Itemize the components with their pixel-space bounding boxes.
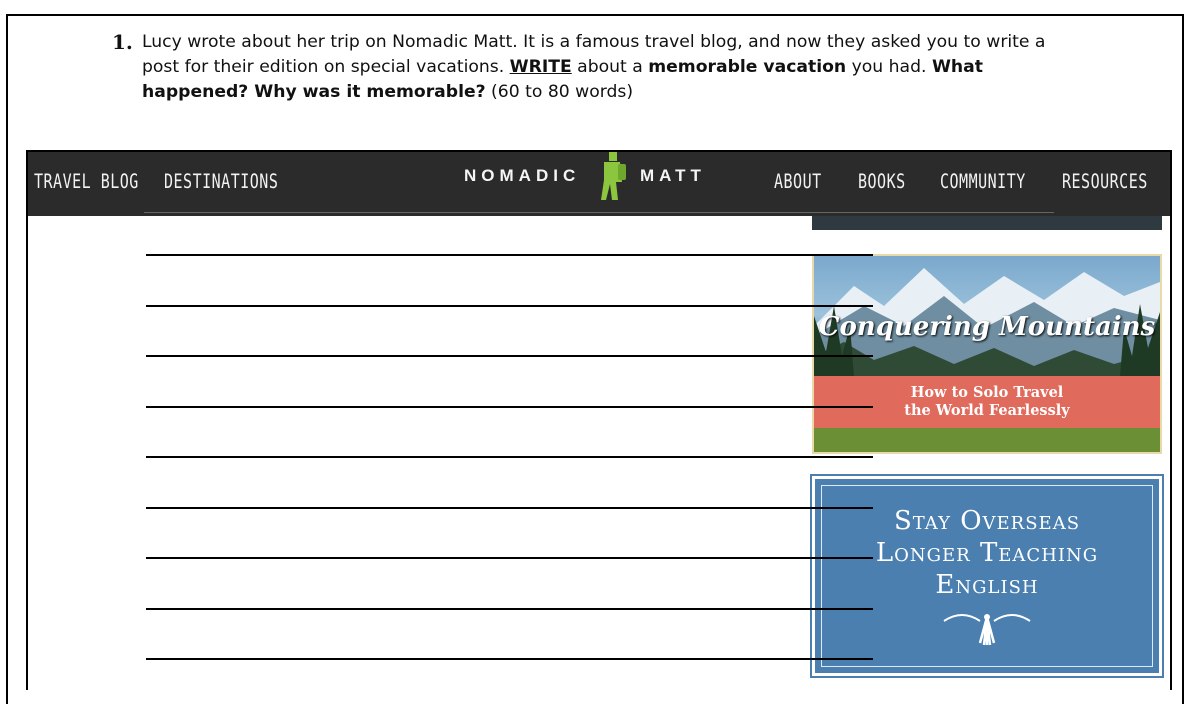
memorable-vacation: memorable vacation bbox=[648, 57, 847, 77]
ad-teaching-text: Stay Overseas Longer Teaching English bbox=[875, 506, 1099, 600]
ad-top-strip bbox=[812, 216, 1162, 230]
blog-nav-bar: TRAVEL BLOG DESTINATIONS NOMADIC MATT AB… bbox=[28, 152, 1170, 216]
nav-item-resources[interactable]: RESOURCES bbox=[1062, 170, 1148, 193]
writing-line[interactable] bbox=[146, 607, 873, 610]
question-text: Lucy wrote about her trip on Nomadic Mat… bbox=[142, 32, 1046, 102]
writing-line[interactable] bbox=[146, 304, 873, 307]
question-number: 1. bbox=[112, 30, 133, 54]
question-prompt: 1. Lucy wrote about her trip on Nomadic … bbox=[112, 30, 1072, 105]
ornament-flourish-icon bbox=[943, 614, 1031, 646]
nav-item-destinations[interactable]: DESTINATIONS bbox=[164, 170, 278, 193]
writing-line[interactable] bbox=[146, 658, 873, 660]
writing-line[interactable] bbox=[146, 254, 873, 256]
nomadic-matt-logo[interactable]: NOMADIC MATT bbox=[464, 152, 724, 216]
word-count: (60 to 80 words) bbox=[485, 82, 634, 102]
write-keyword: WRITE bbox=[509, 57, 572, 77]
writing-line[interactable] bbox=[146, 456, 873, 458]
ad-conquering-mountains[interactable]: Conquering Mountains How to Solo Travel … bbox=[812, 254, 1162, 454]
nav-item-books[interactable]: BOOKS bbox=[858, 170, 906, 193]
nav-item-travel-blog[interactable]: TRAVEL BLOG bbox=[34, 170, 139, 193]
blog-screenshot: TRAVEL BLOG DESTINATIONS NOMADIC MATT AB… bbox=[26, 150, 1172, 690]
ad-mountains-banner: How to Solo Travel the World Fearlessly bbox=[814, 376, 1160, 428]
backpacker-icon bbox=[601, 152, 626, 200]
nav-item-community[interactable]: COMMUNITY bbox=[940, 170, 1026, 193]
writing-line[interactable] bbox=[146, 355, 873, 357]
logo-text-nomadic: NOMADIC bbox=[464, 166, 581, 185]
writing-line[interactable] bbox=[146, 405, 873, 408]
writing-line[interactable] bbox=[146, 557, 873, 559]
nav-item-about[interactable]: ABOUT bbox=[774, 170, 822, 193]
logo-text-matt: MATT bbox=[640, 166, 706, 185]
writing-line[interactable] bbox=[146, 506, 873, 509]
ad-mountains-title: Conquering Mountains bbox=[818, 312, 1156, 342]
nav-underline bbox=[144, 212, 1054, 213]
